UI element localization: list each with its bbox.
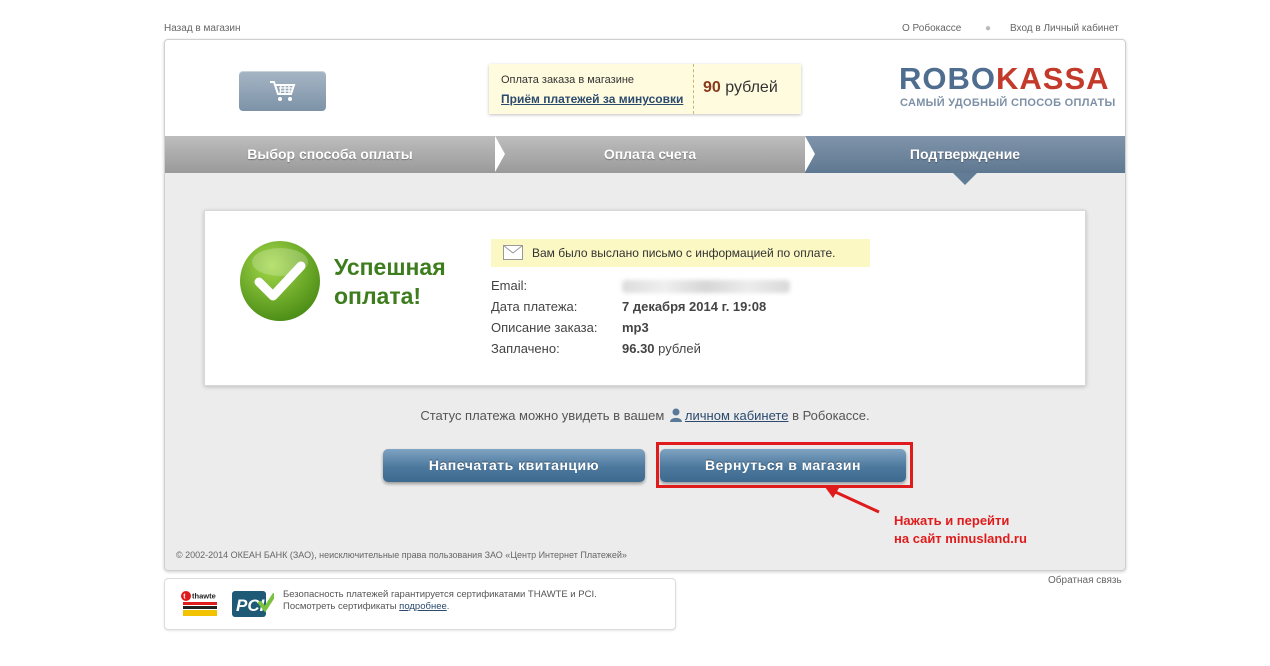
order-amount: 90 рублей [703,79,778,97]
thawte-logo-icon: t thawte [181,591,217,616]
step-chevron [495,136,505,172]
security-panel: t thawte PCI Безопасность платежей гаран… [164,578,676,630]
annotation-arrow-icon [825,487,880,514]
progress-steps: Выбор способа оплаты Оплата счета Подтве… [165,136,1125,173]
logo-tagline: САМЫЙ УДОБНЫЙ СПОСОБ ОПЛАТЫ [900,97,1116,109]
amount-unit: рублей [725,79,778,96]
pci-logo-icon: PCI [232,591,274,617]
step-confirmation: Подтверждение [805,136,1125,173]
copyright: © 2002-2014 ОКЕАН БАНК (ЗАО), неисключит… [176,550,627,560]
cart-button[interactable] [239,71,326,111]
separator-dot: ● [985,23,992,34]
detail-email: Email: [491,275,790,296]
success-title: Успешная оплата! [334,254,446,309]
amount-value: 90 [703,79,721,96]
email-blurred [622,280,790,294]
success-check-icon [240,241,320,321]
payment-card: Оплата заказа в магазине Приём платежей … [164,39,1126,571]
login-cabinet-link[interactable]: Вход в Личный кабинет [1010,23,1119,34]
cart-icon [270,81,296,101]
shop-name-link[interactable]: Приём платежей за минусовки [501,92,683,106]
svg-text:thawte: thawte [192,592,216,601]
header: Оплата заказа в магазине Приём платежей … [165,40,1125,136]
detail-paid: Заплачено: 96.30 рублей [491,341,701,356]
highlight-box [656,442,913,488]
email-notice: Вам было выслано письмо с информацией по… [491,239,870,267]
payment-result-panel: Успешная оплата! Вам было выслано письмо… [204,210,1086,386]
print-receipt-button[interactable]: Напечатать квитанцию [383,449,645,482]
personal-cabinet-link[interactable]: личном кабинете [685,408,789,423]
order-divider [693,64,694,114]
active-step-pointer [953,173,977,185]
step-chevron [805,136,815,172]
payment-status-text: Статус платежа можно увидеть в вашем лич… [420,408,870,423]
feedback-link[interactable]: Обратная связь [1048,575,1122,586]
payment-details: Email: Дата платежа: 7 декабря 2014 г. 19… [491,275,790,359]
annotation-text: Нажать и перейти на сайт minusland.ru [894,513,1027,546]
step-choose-method: Выбор способа оплаты [165,136,495,173]
detail-description: Описание заказа: mp3 [491,320,649,335]
back-to-shop-link[interactable]: Назад в магазин [164,23,241,34]
envelope-icon [503,245,523,260]
user-icon [669,408,682,422]
order-summary: Оплата заказа в магазине Приём платежей … [489,64,801,114]
step-pay-invoice: Оплата счета [495,136,805,173]
about-robokassa-link[interactable]: О Робокассе [902,23,961,34]
security-text: Безопасность платежей гарантируется серт… [283,589,597,612]
detail-date: Дата платежа: 7 декабря 2014 г. 19:08 [491,299,767,314]
order-label: Оплата заказа в магазине [501,74,635,86]
certificates-more-link[interactable]: подробнее [399,601,447,612]
robokassa-logo: ROBOKASSA [899,61,1110,96]
